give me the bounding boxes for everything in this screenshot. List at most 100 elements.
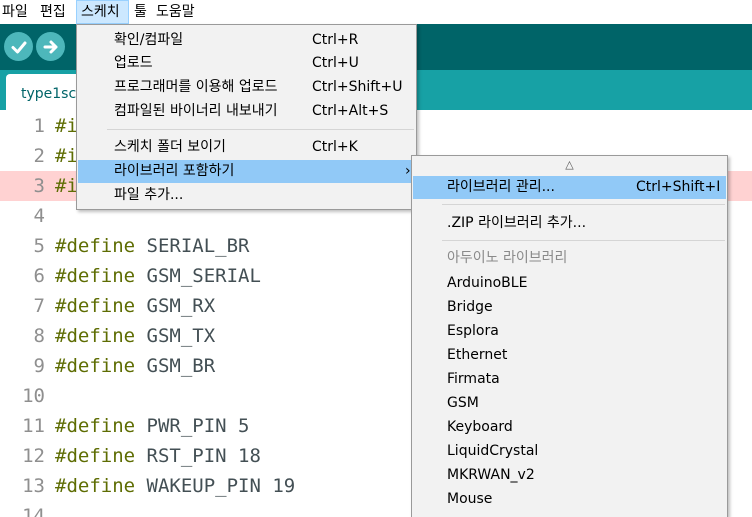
library-item[interactable]: Keyboard [413,416,726,439]
library-item-label: Mouse [447,491,493,507]
code-keyword: #i [55,145,78,167]
line-number: 13 [22,475,45,497]
code-keyword: #define [55,475,136,497]
library-item-label: Firmata [447,371,500,387]
code-text: #define RST_PIN 18 [55,441,261,471]
code-rest: GSM_BR [135,355,216,377]
code-keyword: #define [55,235,136,257]
verify-button[interactable] [4,32,33,61]
code-keyword: #define [55,445,136,467]
menu-item-verify-compile[interactable]: 확인/컴파일 Ctrl+R [78,29,415,52]
menu-item-label: 라이브러리 포함하기 [114,163,235,179]
line-number: 11 [22,415,45,437]
code-text: #define GSM_RX [55,291,215,321]
menu-separator [442,204,725,205]
menu-item-add-zip-library[interactable]: .ZIP 라이브러리 추가... [413,212,726,235]
code-keyword: #define [55,295,136,317]
code-rest: GSM_TX [135,325,216,347]
line-number: 8 [33,325,45,347]
sketch-menu: 확인/컴파일 Ctrl+R 업로드 Ctrl+U 프로그래머를 이용해 업로드 … [76,24,417,210]
library-item-label: Bridge [447,299,493,315]
menu-item-label: 확인/컴파일 [114,32,184,48]
line-number: 12 [22,445,45,467]
code-text: #define SERIAL_BR [55,231,249,261]
library-item[interactable]: ArduinoBLE [413,272,726,295]
code-rest: RST_PIN 18 [135,445,261,467]
code-rest: SERIAL_BR [135,235,250,257]
menu-sketch[interactable]: 스케치 [76,0,129,24]
library-item[interactable]: MKRWAN_v2 [413,464,726,487]
menu-item-label: .ZIP 라이브러리 추가... [447,215,587,231]
menu-item-label: 스케치 폴더 보이기 [114,139,226,155]
library-item-label: LiquidCrystal [447,443,539,459]
menu-edit[interactable]: 편집 [40,0,66,24]
library-item[interactable]: LiquidCrystal [413,440,726,463]
menu-item-label: 프로그래머를 이용해 업로드 [114,79,278,95]
library-item-label: Esplora [447,323,499,339]
menu-item-shortcut: Ctrl+R [312,32,359,48]
menu-item-show-sketch-folder[interactable]: 스케치 폴더 보이기 Ctrl+K [78,136,415,159]
code-text: #define PWR_PIN 5 [55,411,249,441]
menu-item-label: 라이브러리 관리... [447,179,555,195]
line-number: 10 [22,385,45,407]
code-text: #define WAKEUP_PIN 19 [55,471,295,501]
upload-button[interactable] [36,32,65,61]
menu-item-label: 업로드 [114,55,153,71]
code-rest: GSM_RX [135,295,216,317]
check-icon [11,41,26,53]
menu-section-header: 아두이노 라이브러리 [413,247,726,270]
code-keyword: #define [55,415,136,437]
line-number: 14 [22,505,45,517]
code-rest: WAKEUP_PIN 19 [135,475,296,497]
code-rest: GSM_SERIAL [135,265,261,287]
line-number: 3 [33,175,45,197]
library-item-label: Ethernet [447,347,508,363]
code-text: #define GSM_BR [55,351,215,381]
line-number: 4 [33,205,45,227]
menu-item-label: 컴파일된 바이너리 내보내기 [114,103,278,119]
code-text: #i [55,111,78,141]
menu-item-include-library[interactable]: 라이브러리 포함하기 › [78,160,415,183]
scroll-up-icon[interactable]: △ [412,158,727,172]
menu-item-shortcut: Ctrl+Shift+I [636,179,721,195]
library-item[interactable]: GSM [413,392,726,415]
menu-item-shortcut: Ctrl+Shift+U [312,79,403,95]
code-keyword: #define [55,325,136,347]
library-item-label: ArduinoBLE [447,275,528,291]
menu-item-manage-libraries[interactable]: 라이브러리 관리... Ctrl+Shift+I [413,176,726,199]
library-item[interactable]: Firmata [413,368,726,391]
code-text: #i [55,171,78,201]
code-keyword: #define [55,355,136,377]
menu-item-shortcut: Ctrl+K [312,139,358,155]
menu-item-add-file[interactable]: 파일 추가... [78,184,415,207]
menu-item-upload[interactable]: 업로드 Ctrl+U [78,52,415,75]
menu-item-shortcut: Ctrl+U [312,55,359,71]
line-number: 6 [33,265,45,287]
menu-item-upload-programmer[interactable]: 프로그래머를 이용해 업로드 Ctrl+Shift+U [78,76,415,99]
library-item[interactable]: Bridge [413,296,726,319]
library-item-label: GSM [447,395,479,411]
menu-item-label: 파일 추가... [114,187,184,203]
menu-item-shortcut: Ctrl+Alt+S [312,103,389,119]
menu-help[interactable]: 도움말 [156,0,195,24]
line-number: 2 [33,145,45,167]
code-keyword: #i [55,115,78,137]
include-library-submenu: △ 라이브러리 관리... Ctrl+Shift+I .ZIP 라이브러리 추가… [411,155,728,517]
menu-tools[interactable]: 툴 [134,0,147,24]
line-number: 9 [33,355,45,377]
code-rest: PWR_PIN 5 [135,415,250,437]
library-item[interactable]: Esplora [413,320,726,343]
code-keyword: #define [55,265,136,287]
library-item-label: Keyboard [447,419,513,435]
section-header-label: 아두이노 라이브러리 [447,250,568,266]
line-number: 7 [33,295,45,317]
code-keyword: #i [55,175,78,197]
arrow-right-icon [43,40,57,53]
menu-item-export-binary[interactable]: 컴파일된 바이너리 내보내기 Ctrl+Alt+S [78,100,415,123]
code-text: #i [55,141,78,171]
menu-separator [442,240,725,241]
menu-file[interactable]: 파일 [2,0,28,24]
library-item[interactable]: Mouse [413,488,726,511]
menubar: 파일 편집 스케치 툴 도움말 [0,0,752,24]
library-item[interactable]: Ethernet [413,344,726,367]
